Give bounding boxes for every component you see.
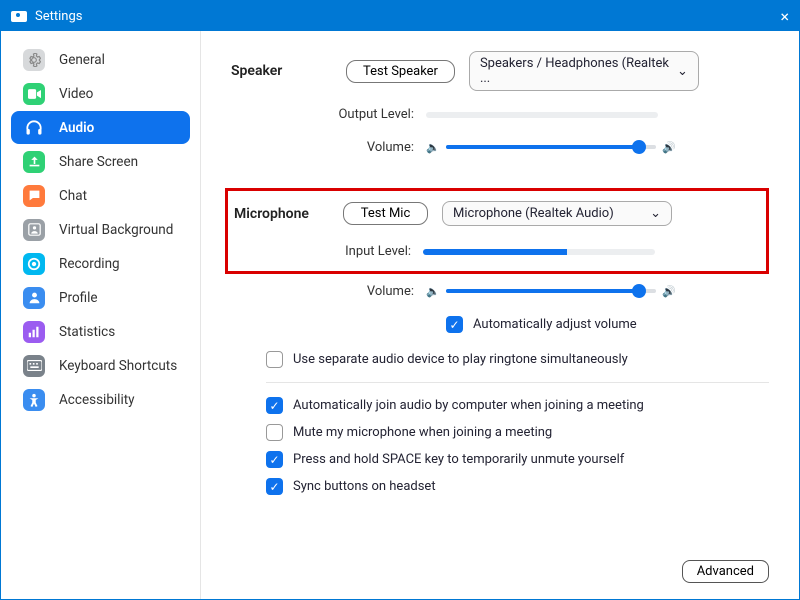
mic-volume-label: Volume: <box>231 284 426 299</box>
sidebar-item-label: Audio <box>59 120 94 136</box>
test-mic-button[interactable]: Test Mic <box>343 202 428 225</box>
mic-volume-slider[interactable] <box>446 282 656 300</box>
mute-on-join-label: Mute my microphone when joining a meetin… <box>293 425 552 440</box>
auto-join-label: Automatically join audio by computer whe… <box>293 398 644 413</box>
auto-adjust-checkbox[interactable]: ✓ <box>446 316 463 333</box>
sidebar-item-label: Keyboard Shortcuts <box>59 358 177 374</box>
sidebar-item-statistics[interactable]: Statistics <box>11 315 190 348</box>
separate-ringtone-label: Use separate audio device to play ringto… <box>293 352 628 367</box>
sync-headset-checkbox[interactable]: ✓ <box>266 478 283 495</box>
sync-headset-label: Sync buttons on headset <box>293 479 436 494</box>
headphones-icon <box>23 117 45 139</box>
sidebar-item-label: Accessibility <box>59 392 135 408</box>
separator <box>266 382 769 383</box>
sidebar-item-label: Chat <box>59 188 87 204</box>
sidebar-item-chat[interactable]: Chat <box>11 179 190 212</box>
sidebar-item-label: Recording <box>59 256 120 272</box>
sidebar-item-label: Share Screen <box>59 154 138 170</box>
auto-join-checkbox[interactable]: ✓ <box>266 397 283 414</box>
speaker-heading: Speaker <box>231 63 346 79</box>
sidebar-item-label: Virtual Background <box>59 222 173 238</box>
keyboard-icon <box>23 355 45 377</box>
close-icon[interactable]: × <box>780 7 789 26</box>
gear-icon <box>23 49 45 71</box>
space-unmute-label: Press and hold SPACE key to temporarily … <box>293 452 624 467</box>
sidebar-item-label: General <box>59 52 105 68</box>
auto-adjust-label: Automatically adjust volume <box>473 317 637 332</box>
space-unmute-checkbox[interactable]: ✓ <box>266 451 283 468</box>
sidebar-item-profile[interactable]: Profile <box>11 281 190 314</box>
speaker-device-value: Speakers / Headphones (Realtek ... <box>480 56 677 86</box>
chevron-down-icon: ⌄ <box>650 206 661 221</box>
sidebar-item-recording[interactable]: Recording <box>11 247 190 280</box>
volume-high-icon: 🔊 <box>662 141 676 154</box>
sidebar-item-audio[interactable]: Audio <box>11 111 190 144</box>
virtual-bg-icon <box>23 219 45 241</box>
sidebar-item-virtual-background[interactable]: Virtual Background <box>11 213 190 246</box>
test-speaker-button[interactable]: Test Speaker <box>346 60 455 83</box>
statistics-icon <box>23 321 45 343</box>
speaker-device-select[interactable]: Speakers / Headphones (Realtek ... ⌄ <box>469 51 699 91</box>
window-title: Settings <box>35 9 82 24</box>
sidebar-item-general[interactable]: General <box>11 43 190 76</box>
speaker-section: Speaker Test Speaker Speakers / Headphon… <box>231 51 769 178</box>
input-level-label: Input Level: <box>228 244 423 259</box>
microphone-heading: Microphone <box>228 206 343 222</box>
share-icon <box>23 151 45 173</box>
sidebar-item-label: Profile <box>59 290 98 306</box>
video-icon <box>23 83 45 105</box>
settings-content: Speaker Test Speaker Speakers / Headphon… <box>201 31 799 599</box>
mic-device-value: Microphone (Realtek Audio) <box>453 206 614 221</box>
volume-low-icon: 🔈 <box>426 141 440 154</box>
volume-high-icon: 🔊 <box>662 285 676 298</box>
output-level-meter <box>426 112 658 118</box>
volume-low-icon: 🔈 <box>426 285 440 298</box>
profile-icon <box>23 287 45 309</box>
sidebar-item-label: Statistics <box>59 324 115 340</box>
titlebar: Settings × <box>1 1 799 31</box>
mic-device-select[interactable]: Microphone (Realtek Audio) ⌄ <box>442 201 672 226</box>
recording-icon <box>23 253 45 275</box>
microphone-highlight: Microphone Test Mic Microphone (Realtek … <box>225 188 769 274</box>
mute-on-join-checkbox[interactable] <box>266 424 283 441</box>
sidebar-item-accessibility[interactable]: Accessibility <box>11 383 190 416</box>
output-level-label: Output Level: <box>231 107 426 122</box>
sidebar-item-label: Video <box>59 86 93 102</box>
chat-icon <box>23 185 45 207</box>
speaker-volume-label: Volume: <box>231 140 426 155</box>
speaker-volume-slider[interactable] <box>446 138 656 156</box>
chevron-down-icon: ⌄ <box>677 64 688 79</box>
advanced-button[interactable]: Advanced <box>682 560 769 583</box>
accessibility-icon <box>23 389 45 411</box>
sidebar-item-share-screen[interactable]: Share Screen <box>11 145 190 178</box>
sidebar-item-video[interactable]: Video <box>11 77 190 110</box>
input-level-meter <box>423 249 655 255</box>
separate-ringtone-checkbox[interactable] <box>266 351 283 368</box>
settings-sidebar: General Video Audio Share Screen Chat Virtual… <box>1 31 201 599</box>
sidebar-item-keyboard-shortcuts[interactable]: Keyboard Shortcuts <box>11 349 190 382</box>
app-icon <box>11 11 27 22</box>
